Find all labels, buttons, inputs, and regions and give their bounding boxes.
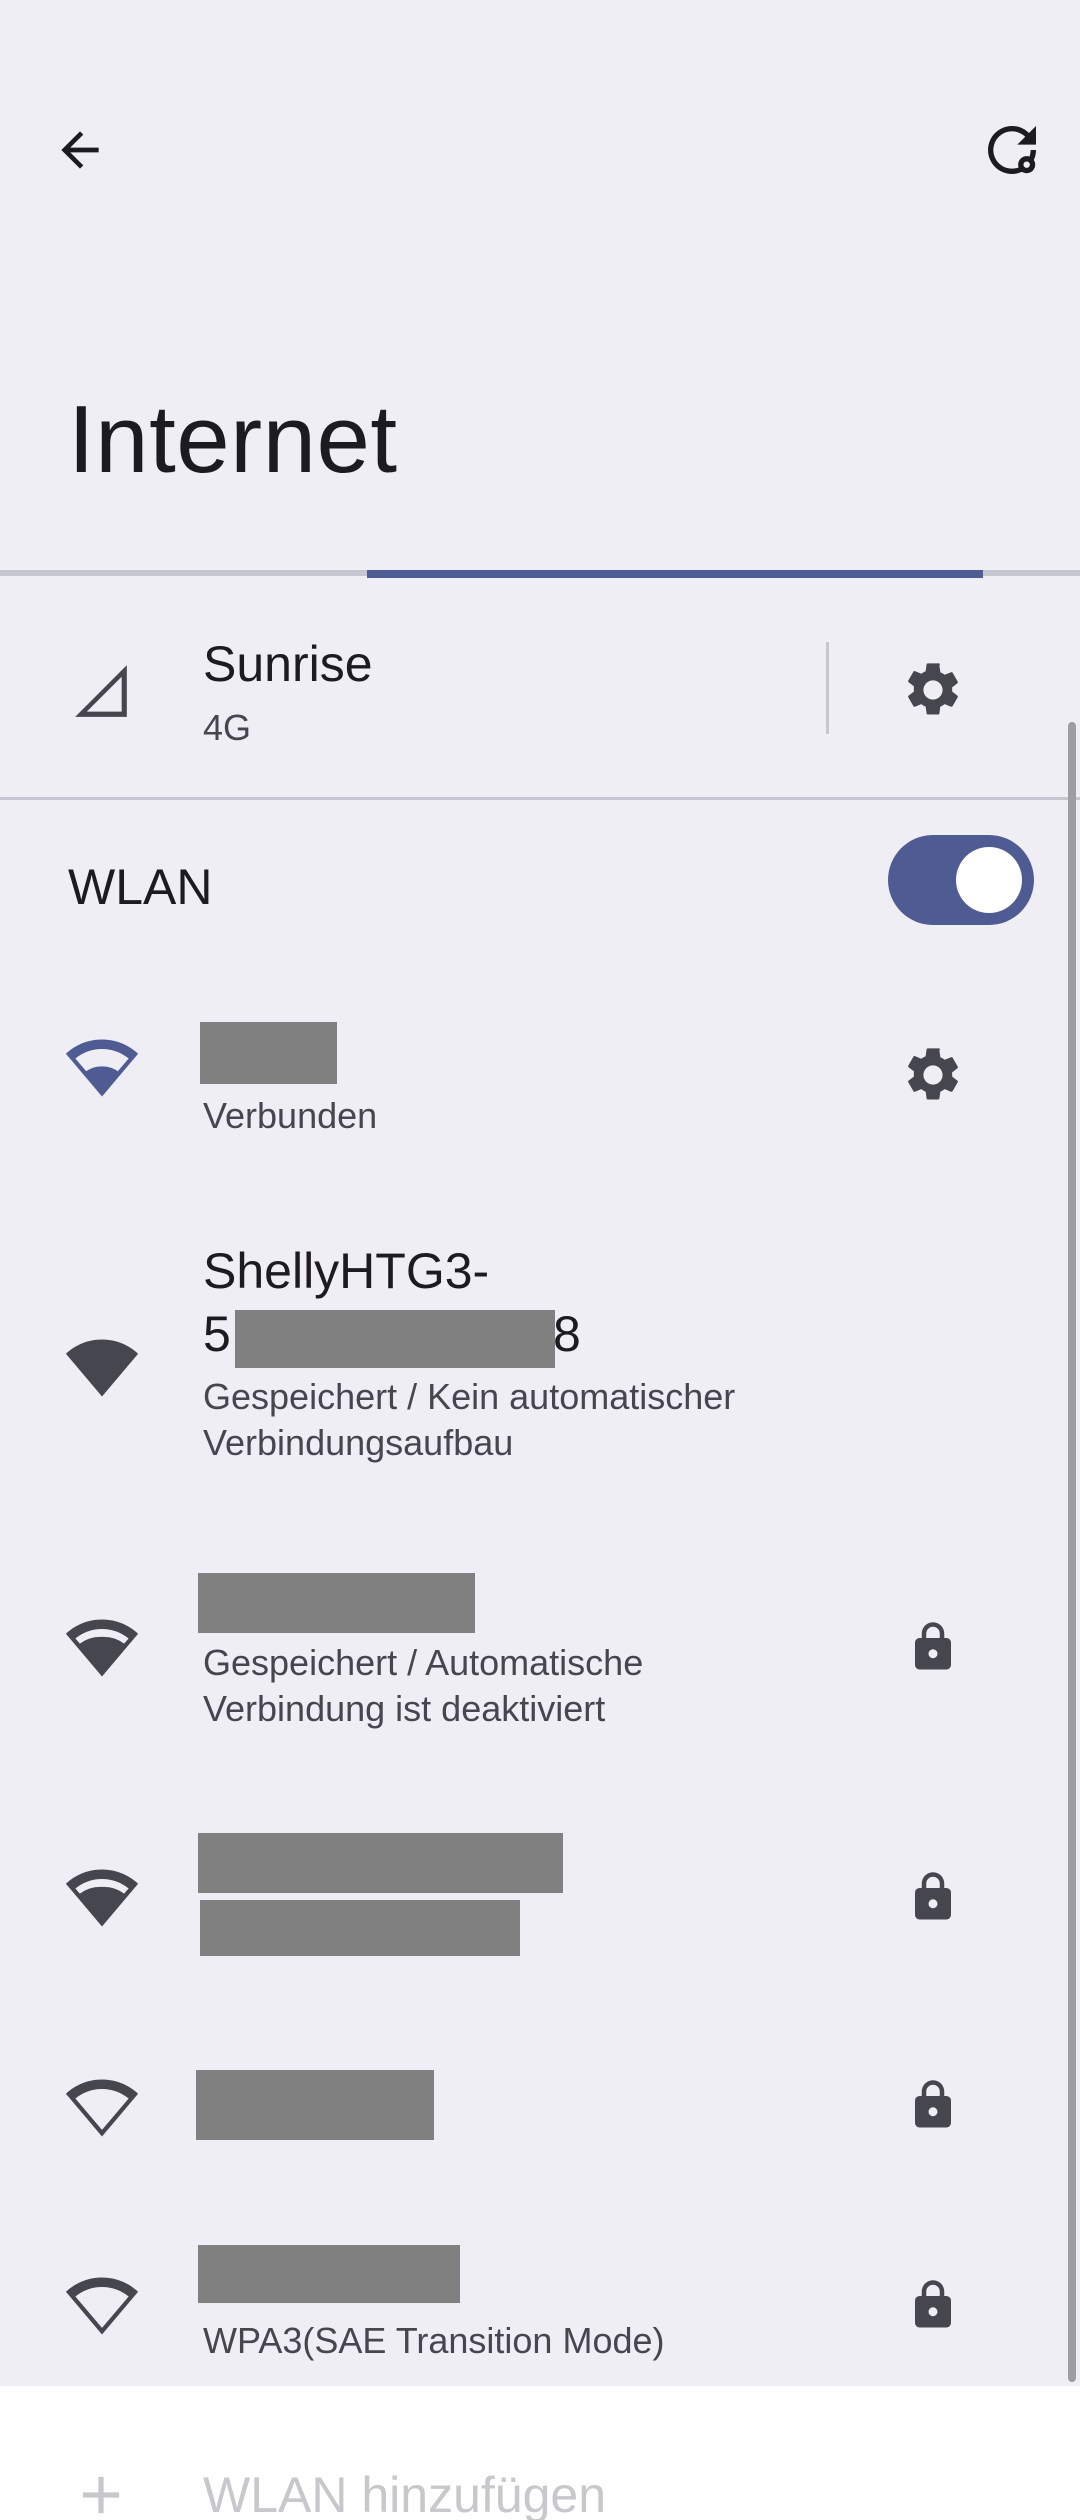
carrier-name: Sunrise [203,636,373,692]
wlan-label: WLAN [68,859,213,915]
refresh-button[interactable] [962,100,1062,200]
add-network-label: WLAN hinzufügen [203,2467,607,2520]
back-button[interactable] [30,100,130,200]
section-divider [0,797,1080,800]
wifi-strong-icon [65,1869,139,1927]
network-status-line2: Verbindungsaufbau [203,1422,514,1463]
wifi-strong-connected-icon [65,1039,139,1097]
network-name-prefix: 5 [203,1306,231,1362]
network-name-redacted [198,2245,460,2303]
wlan-toggle-row[interactable]: WLAN [0,820,1080,950]
mobile-network-row[interactable]: Sunrise 4G [0,600,830,780]
network-name-redacted [235,1310,555,1368]
network-name-redacted [198,1833,563,1893]
network-row-4[interactable] [0,1820,1040,1970]
wlan-switch[interactable] [888,835,1034,925]
lock-icon [915,1872,951,1920]
wifi-full-icon [65,1339,139,1397]
gear-icon [907,663,958,715]
network-status-line1: Gespeichert / Kein automatischer [203,1376,736,1417]
arrow-back-icon [61,131,99,169]
loading-progress-bar [367,570,983,578]
wifi-outline-icon [65,2079,139,2137]
lock-icon [915,2280,951,2328]
network-name-redacted [200,1022,337,1084]
refresh-settings-icon [988,125,1036,174]
network-row-connected[interactable]: Verbunden [0,990,860,1160]
network-name-line1: ShellyHTG3- [203,1243,490,1299]
network-row-saved-disabled[interactable]: Gespeichert / Automatische Verbindung is… [0,1560,1040,1750]
gear-icon [907,1048,958,1100]
network-row-shelly[interactable]: ShellyHTG3- 5 8 Gespeichert / Kein autom… [0,1220,1040,1480]
network-info-redacted [200,1900,520,1956]
page-title: Internet [68,386,398,493]
network-name-redacted [198,1573,475,1633]
network-name-redacted [196,2070,434,2140]
scrollbar[interactable] [1068,722,1076,2382]
wifi-outline-icon [65,2277,139,2335]
network-row-5[interactable] [0,2050,1040,2160]
vertical-divider [826,642,829,734]
network-status-line1: Gespeichert / Automatische [203,1642,644,1683]
network-status: Verbunden [203,1095,378,1136]
network-row-6[interactable]: WPA3(SAE Transition Mode) [0,2230,1040,2380]
wifi-strong-icon [65,1619,139,1677]
cellular-signal-icon [75,665,127,717]
network-type: 4G [203,707,252,748]
plus-icon [82,2476,120,2514]
add-network-row[interactable]: WLAN hinzufügen [0,2386,1080,2520]
network-name-suffix: 8 [553,1306,581,1362]
network-security: WPA3(SAE Transition Mode) [203,2320,665,2361]
switch-knob [956,847,1022,913]
mobile-settings-button[interactable] [880,640,985,740]
lock-icon [915,1622,951,1670]
network-settings-button[interactable] [880,1025,985,1125]
network-status-line2: Verbindung ist deaktiviert [203,1688,606,1729]
lock-icon [915,2080,951,2128]
